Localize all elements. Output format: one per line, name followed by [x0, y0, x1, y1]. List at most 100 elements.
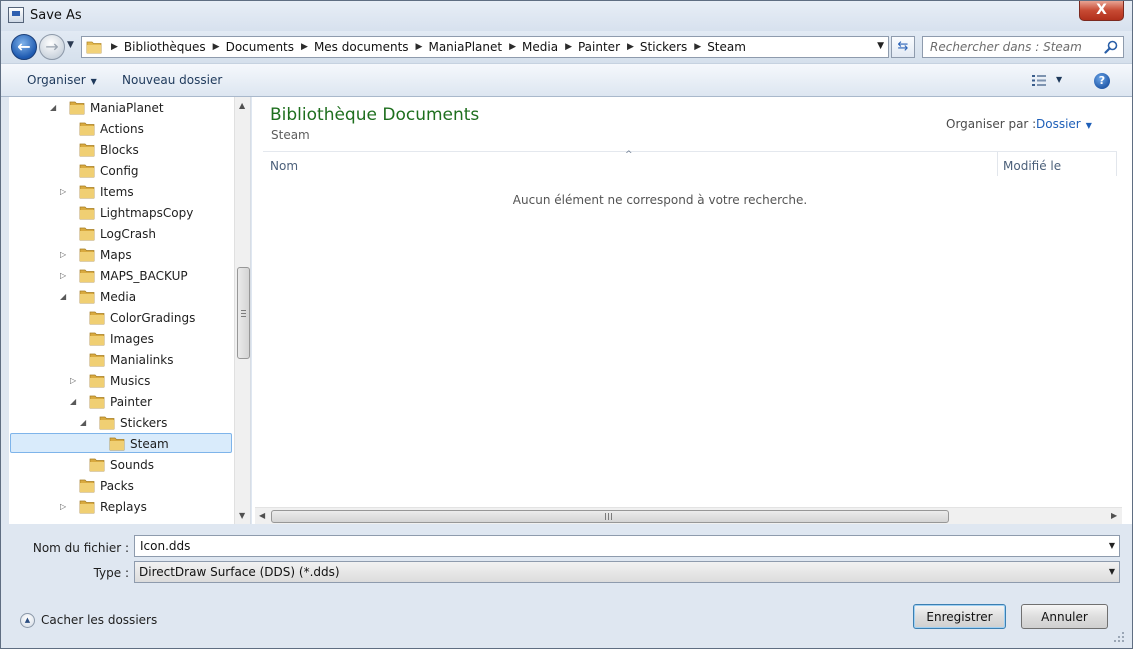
expanded-arrow-icon[interactable]: ◢ — [80, 418, 86, 427]
address-bar[interactable]: ▶ Bibliothèques ▶ Documents ▶ Mes documents ▶ M… — [81, 36, 889, 58]
tree-item-label: Packs — [100, 478, 134, 493]
tree-item-colorgradings[interactable]: ColorGradings — [89, 307, 195, 328]
collapsed-arrow-icon[interactable]: ▷ — [70, 376, 76, 385]
search-icon[interactable] — [1104, 40, 1118, 54]
column-divider[interactable] — [997, 152, 998, 176]
horizontal-scrollbar[interactable]: ◀ ▶ — [255, 507, 1122, 524]
column-divider[interactable] — [1116, 152, 1117, 176]
tree-scroll-thumb[interactable] — [237, 267, 250, 359]
navigation-bar: ← → ▼ ▶ Bibliothèques ▶ Documents ▶ Mes docum… — [1, 31, 1132, 63]
tree-item-manialinks[interactable]: Manialinks — [89, 349, 173, 370]
type-value: DirectDraw Surface (DDS) (*.dds) — [139, 565, 340, 579]
tree-item-maniaplanet[interactable]: ◢ ManiaPlanet — [50, 97, 164, 118]
column-name-header[interactable]: Nom — [270, 159, 298, 173]
scroll-left-icon[interactable]: ◀ — [259, 511, 265, 520]
hide-folders-toggle[interactable]: ▲ Cacher les dossiers — [20, 612, 157, 628]
new-folder-button[interactable]: Nouveau dossier — [122, 73, 222, 87]
tree-item-actions[interactable]: Actions — [79, 118, 144, 139]
breadcrumb-item[interactable]: Mes documents — [314, 40, 409, 54]
tree-item-replays[interactable]: ▷ Replays — [60, 496, 147, 517]
breadcrumb-separator-icon[interactable]: ▶ — [206, 42, 226, 52]
cancel-button[interactable]: Annuler — [1021, 604, 1108, 629]
folder-icon — [79, 268, 95, 283]
tree-item-stickers[interactable]: ◢ Stickers — [80, 412, 167, 433]
horizontal-scroll-thumb[interactable] — [271, 510, 949, 523]
breadcrumb-separator-icon[interactable]: ▶ — [620, 42, 640, 52]
library-title: Bibliothèque Documents — [270, 105, 480, 125]
filename-combobox: ▼ — [134, 535, 1120, 557]
collapsed-arrow-icon[interactable]: ▷ — [60, 187, 66, 196]
breadcrumb-item[interactable]: Steam — [707, 40, 746, 54]
tree-item-maps-backup[interactable]: ▷ MAPS_BACKUP — [60, 265, 188, 286]
refresh-icon[interactable]: ⇆ — [891, 36, 915, 58]
breadcrumb-item[interactable]: ManiaPlanet — [428, 40, 502, 54]
breadcrumb-item[interactable]: Painter — [578, 40, 620, 54]
tree-item-label: Steam — [130, 436, 169, 451]
breadcrumb-item[interactable]: Bibliothèques — [124, 40, 206, 54]
folder-icon — [79, 121, 95, 136]
breadcrumb-item[interactable]: Documents — [226, 40, 294, 54]
breadcrumb-item[interactable]: Media — [522, 40, 558, 54]
tree-item-media[interactable]: ◢ Media — [60, 286, 136, 307]
search-input[interactable] — [924, 38, 1099, 56]
breadcrumb-separator-icon[interactable]: ▶ — [294, 42, 314, 52]
help-icon[interactable]: ? — [1094, 73, 1110, 89]
scroll-up-icon[interactable]: ▲ — [239, 101, 245, 110]
view-dropdown-icon[interactable]: ▼ — [1056, 75, 1062, 84]
tree-item-steam[interactable]: Steam — [109, 433, 169, 454]
tree-item-label: Items — [100, 184, 134, 199]
collapsed-arrow-icon[interactable]: ▷ — [60, 271, 66, 280]
filename-dropdown-icon[interactable]: ▼ — [1109, 541, 1115, 550]
scroll-right-icon[interactable]: ▶ — [1111, 511, 1117, 520]
breadcrumb-separator-icon[interactable]: ▶ — [104, 42, 124, 52]
resize-grip-icon[interactable] — [1113, 631, 1125, 643]
column-modified-header[interactable]: Modifié le — [1003, 159, 1061, 173]
organiser-label: Organiser — [27, 73, 86, 87]
collapsed-arrow-icon[interactable]: ▷ — [60, 502, 66, 511]
tree-item-label: Blocks — [100, 142, 139, 157]
tree-item-musics[interactable]: ▷ Musics — [70, 370, 150, 391]
back-arrow-icon[interactable]: ← — [11, 34, 37, 60]
view-list-icon[interactable] — [1031, 74, 1047, 87]
expanded-arrow-icon[interactable]: ◢ — [60, 292, 66, 301]
library-subtitle: Steam — [271, 128, 310, 142]
search-box — [922, 36, 1124, 58]
folder-icon — [89, 310, 105, 325]
breadcrumb-separator-icon[interactable]: ▶ — [687, 42, 707, 52]
tree-item-lightmapscopy[interactable]: LightmapsCopy — [79, 202, 193, 223]
tree-item-painter[interactable]: ◢ Painter — [70, 391, 152, 412]
tree-item-sounds[interactable]: Sounds — [89, 454, 154, 475]
recent-pages-dropdown-icon[interactable]: ▼ — [67, 40, 77, 52]
file-list-pane: Bibliothèque Documents Steam Organiser p… — [252, 97, 1132, 524]
close-button[interactable]: X — [1079, 1, 1124, 21]
type-select[interactable]: DirectDraw Surface (DDS) (*.dds) ▼ — [134, 561, 1120, 583]
breadcrumb-separator-icon[interactable]: ▶ — [558, 42, 578, 52]
tree-item-blocks[interactable]: Blocks — [79, 139, 139, 160]
tree-vertical-scrollbar[interactable]: ▲ ▼ — [234, 97, 250, 524]
arrange-by-value: Dossier — [1036, 117, 1081, 131]
folder-icon — [79, 499, 95, 514]
tree-item-label: ColorGradings — [110, 310, 196, 325]
tree-item-config[interactable]: Config — [79, 160, 139, 181]
scroll-down-icon[interactable]: ▼ — [239, 511, 245, 520]
title-bar: Save As X — [1, 1, 1132, 31]
expanded-arrow-icon[interactable]: ◢ — [50, 103, 56, 112]
tree-item-items[interactable]: ▷ Items — [60, 181, 134, 202]
breadcrumb-separator-icon[interactable]: ▶ — [409, 42, 429, 52]
collapsed-arrow-icon[interactable]: ▷ — [60, 250, 66, 259]
tree-item-logcrash[interactable]: LogCrash — [79, 223, 156, 244]
arrange-by-dropdown[interactable]: Dossier ▼ — [1036, 117, 1092, 131]
save-button[interactable]: Enregistrer — [913, 604, 1006, 629]
tree-item-packs[interactable]: Packs — [79, 475, 134, 496]
organiser-button[interactable]: Organiser ▼ — [27, 73, 97, 87]
forward-arrow-icon[interactable]: → — [39, 34, 65, 60]
breadcrumb-item[interactable]: Stickers — [640, 40, 687, 54]
tree-item-maps[interactable]: ▷ Maps — [60, 244, 132, 265]
address-dropdown-icon[interactable]: ▼ — [877, 41, 884, 51]
expanded-arrow-icon[interactable]: ◢ — [70, 397, 76, 406]
tree-item-label: LightmapsCopy — [100, 205, 194, 220]
arrange-by-label: Organiser par : — [946, 117, 1037, 131]
breadcrumb-separator-icon[interactable]: ▶ — [502, 42, 522, 52]
tree-item-images[interactable]: Images — [89, 328, 154, 349]
filename-input[interactable] — [136, 537, 1096, 555]
